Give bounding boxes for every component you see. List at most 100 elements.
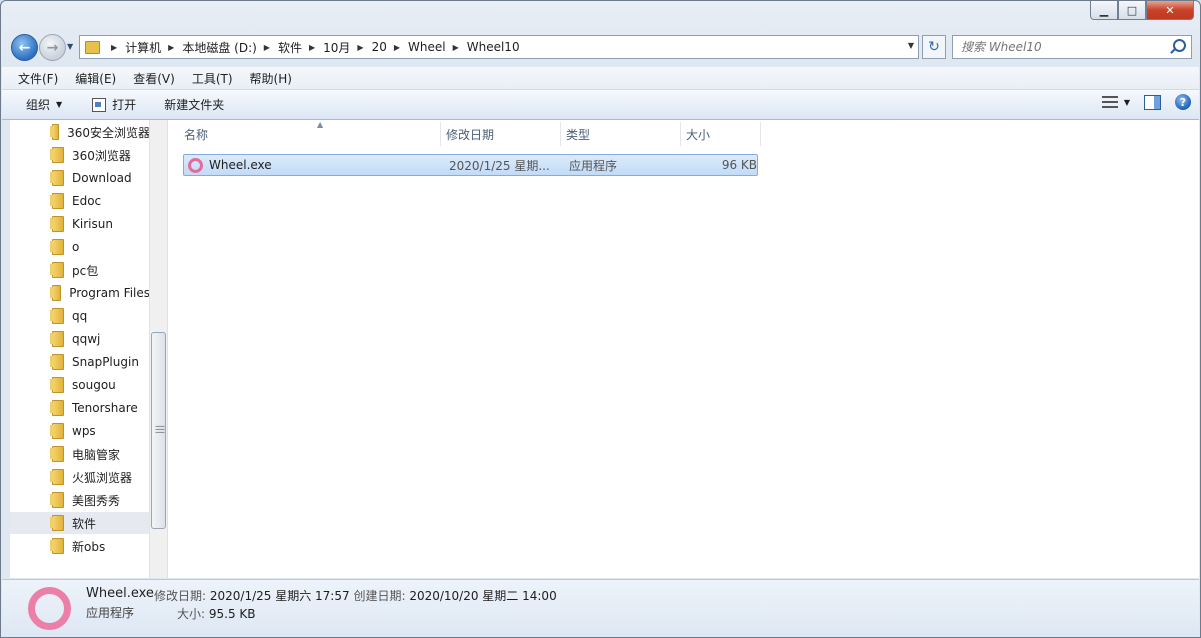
nav-folder-item[interactable]: Tenorshare: [10, 397, 150, 419]
menu-tools[interactable]: 工具(T): [190, 70, 240, 87]
search-input[interactable]: [959, 39, 1173, 55]
file-row-selected[interactable]: Wheel.exe 2020/1/25 星期... 应用程序 96 KB: [183, 154, 758, 176]
sort-ascending-icon: ▲: [317, 120, 324, 129]
breadcrumb-20[interactable]: 20 ▶: [372, 40, 408, 54]
chevron-right-icon[interactable]: ▶: [168, 43, 174, 52]
folder-icon: [50, 308, 64, 324]
column-header-name[interactable]: 名称: [179, 122, 441, 146]
folder-icon: [50, 446, 64, 462]
nav-folder-item[interactable]: Kirisun: [10, 213, 150, 235]
preview-pane-icon[interactable]: [1144, 94, 1161, 110]
nav-folder-item[interactable]: o: [10, 236, 150, 258]
folder-icon: [49, 124, 60, 140]
folder-icon: [50, 239, 64, 255]
file-size: 96 KB: [721, 158, 757, 172]
refresh-button[interactable]: ↻: [922, 35, 946, 59]
open-button[interactable]: 打开: [82, 93, 146, 117]
nav-folder-item[interactable]: qq: [10, 305, 150, 327]
folder-icon: [50, 216, 64, 232]
folder-icon: [50, 469, 64, 485]
folder-icon: [49, 285, 62, 301]
search-icon[interactable]: [1173, 39, 1186, 52]
maximize-button[interactable]: □: [1118, 1, 1146, 20]
explorer-window: ▁ □ ✕ ← → ▼ ▶ 计算机 ▶ 本地磁盘 (D:) ▶ 软件 ▶ 10月 ▶ 2…: [0, 0, 1201, 638]
file-name: Wheel.exe: [209, 158, 272, 172]
breadcrumb-software[interactable]: 软件 ▶: [278, 39, 323, 56]
chevron-down-icon: ▼: [56, 100, 63, 109]
nav-folder-item[interactable]: wps: [10, 420, 150, 442]
change-view-button[interactable]: ▼: [1101, 96, 1130, 108]
nav-folder-item[interactable]: 电脑管家: [10, 443, 150, 465]
chevron-right-icon[interactable]: ▶: [394, 43, 400, 52]
chevron-down-icon: ▼: [1123, 97, 1130, 107]
breadcrumb-october[interactable]: 10月 ▶: [323, 39, 371, 56]
chevron-right-icon[interactable]: ▶: [309, 43, 315, 52]
minimize-button[interactable]: ▁: [1090, 1, 1118, 20]
nav-folder-item[interactable]: Download: [10, 167, 150, 189]
folder-icon: [50, 193, 64, 209]
nav-folder-item[interactable]: 美图秀秀: [10, 489, 150, 511]
back-button[interactable]: ←: [11, 34, 38, 61]
nav-folder-item[interactable]: Program Files: [10, 282, 150, 304]
folder-icon: [50, 354, 64, 370]
views-icon: [1101, 96, 1118, 108]
nav-folder-item[interactable]: SnapPlugin: [10, 351, 150, 373]
app-ring-icon: [188, 157, 203, 173]
chevron-right-icon[interactable]: ▶: [357, 43, 363, 52]
folder-icon: [50, 262, 64, 278]
organize-button[interactable]: 组织 ▼: [16, 93, 72, 117]
navigation-pane: 360安全浏览器 360浏览器 Download Edoc Kirisun o …: [10, 120, 168, 578]
details-file-type: 应用程序: [86, 606, 135, 620]
address-dropdown-icon[interactable]: ▼: [908, 41, 914, 50]
nav-folder-item[interactable]: qqwj: [10, 328, 150, 350]
nav-folder-item[interactable]: 火狐浏览器: [10, 466, 150, 488]
address-bar[interactable]: ▶ 计算机 ▶ 本地磁盘 (D:) ▶ 软件 ▶ 10月 ▶ 20 ▶ Wheel ▶ Wh…: [79, 35, 919, 59]
column-header-size[interactable]: 大小: [681, 122, 761, 146]
app-ring-icon: [28, 587, 71, 630]
nav-folder-item[interactable]: 360浏览器: [10, 144, 150, 166]
chevron-right-icon[interactable]: ▶: [453, 43, 459, 52]
new-folder-button[interactable]: 新建文件夹: [154, 93, 234, 117]
file-type: 应用程序: [569, 158, 618, 173]
breadcrumb-wheel10[interactable]: Wheel10: [467, 40, 520, 54]
menu-help[interactable]: 帮助(H): [248, 70, 299, 87]
breadcrumb-computer[interactable]: 计算机 ▶: [125, 39, 182, 56]
folder-icon: [50, 400, 64, 416]
close-button[interactable]: ✕: [1146, 1, 1194, 20]
navigation-row: ← → ▼ ▶ 计算机 ▶ 本地磁盘 (D:) ▶ 软件 ▶ 10月 ▶ 20 ▶ Whe…: [9, 34, 1193, 61]
file-modified: 2020/1/25 星期...: [449, 158, 550, 173]
nav-folder-item[interactable]: 360安全浏览器: [10, 121, 150, 143]
details-created-label: 创建日期:: [353, 589, 406, 603]
menu-view[interactable]: 查看(V): [131, 70, 182, 87]
menu-bar: 文件(F) 编辑(E) 查看(V) 工具(T) 帮助(H): [2, 67, 1199, 90]
search-box[interactable]: [952, 35, 1192, 59]
nav-folder-item[interactable]: pc包: [10, 259, 150, 281]
scrollbar-thumb[interactable]: — — —: [151, 332, 166, 529]
folder-icon: [50, 331, 64, 347]
details-dates: 修改日期: 2020/1/25 星期六 17:57 创建日期: 2020/10/…: [154, 587, 557, 604]
breadcrumb-wheel[interactable]: Wheel ▶: [408, 40, 467, 54]
open-icon: [92, 97, 107, 112]
chevron-right-icon[interactable]: ▶: [264, 43, 270, 52]
folder-icon: [50, 423, 64, 439]
recent-pages-dropdown-icon[interactable]: ▼: [67, 42, 73, 51]
column-header-modified[interactable]: 修改日期: [441, 122, 561, 146]
refresh-icon: ↻: [928, 39, 940, 55]
nav-folder-item[interactable]: Edoc: [10, 190, 150, 212]
menu-edit[interactable]: 编辑(E): [73, 70, 123, 87]
help-icon[interactable]: ?: [1175, 94, 1191, 110]
nav-folder-item[interactable]: sougou: [10, 374, 150, 396]
nav-folder-item-selected[interactable]: 软件: [10, 512, 150, 534]
column-header-type[interactable]: 类型: [561, 122, 681, 146]
details-file-name: Wheel.exe: [86, 586, 154, 601]
file-list: 名称 修改日期 类型 大小 ▲ Wheel.exe 2020/1/25 星期..…: [168, 120, 1199, 578]
forward-button[interactable]: →: [39, 34, 66, 61]
navigation-scrollbar[interactable]: — — —: [149, 120, 167, 578]
command-bar: 组织 ▼ 打开 新建文件夹 ▼ ?: [2, 90, 1199, 120]
breadcrumb-drive-d[interactable]: 本地磁盘 (D:) ▶: [182, 39, 278, 56]
menu-file[interactable]: 文件(F): [2, 70, 65, 87]
details-pane: Wheel.exe 应用程序 修改日期: 2020/1/25 星期六 17:57…: [2, 579, 1199, 637]
chevron-right-icon[interactable]: ▶: [111, 43, 117, 52]
caption-buttons: ▁ □ ✕: [1090, 1, 1194, 20]
nav-folder-item[interactable]: 新obs: [10, 535, 150, 557]
